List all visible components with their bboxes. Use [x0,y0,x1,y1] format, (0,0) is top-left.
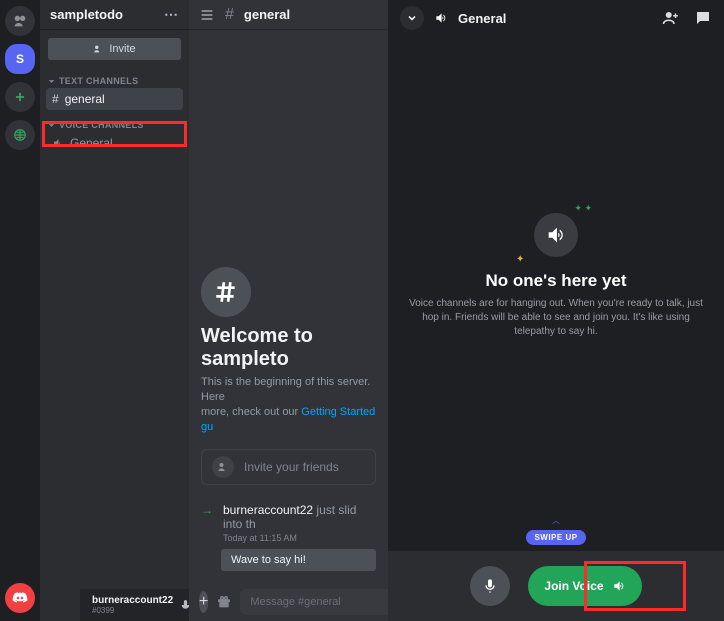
welcome-subtitle: This is the beginning of this server. He… [201,375,376,435]
speaker-graphic: ✦ ✦ ✦ [534,213,578,257]
invite-friends-row[interactable]: Invite your friends [201,449,376,485]
invite-friends-icon [212,456,234,478]
invite-friends-label: Invite your friends [244,460,339,474]
channel-header: # general [189,0,388,30]
mic-icon [482,578,498,594]
sparkle-icon: ✦ ✦ [574,203,592,214]
chat-icon[interactable] [694,9,712,27]
text-category[interactable]: TEXT CHANNELS [40,68,189,88]
join-arrow-icon: → [201,503,213,543]
voice-category-label: VOICE CHANNELS [59,120,144,130]
empty-desc: Voice channels are for hanging out. When… [402,297,710,339]
speaker-icon [52,137,64,149]
invite-icon [93,44,103,54]
welcome-title: Welcome to sampleto [201,325,376,371]
add-people-icon[interactable] [662,9,680,27]
hash-icon: # [52,92,59,106]
voice-empty-state: ✦ ✦ ✦ No one's here yet Voice channels a… [388,36,724,515]
chevron-down-icon [48,122,55,129]
mobile-voice-view: General ✦ ✦ ✦ No one's here yet Voice ch… [388,0,724,621]
dm-home-icon[interactable] [5,6,35,36]
sparkle-icon: ✦ [516,254,524,265]
add-attachment-icon[interactable]: + [199,591,208,613]
message-input[interactable] [240,589,388,615]
active-server-icon[interactable]: S [5,44,35,74]
discord-logo-icon[interactable] [5,583,35,613]
user-name: burneraccount22 [92,596,173,606]
chevron-down-icon [48,78,55,85]
add-server-icon[interactable] [5,82,35,112]
welcome-hash-icon [201,267,251,317]
hamburger-icon[interactable] [199,7,215,23]
server-menu-icon[interactable]: ⋯ [164,6,179,23]
user-tag: #0399 [92,606,173,615]
discover-icon[interactable] [5,120,35,150]
wave-button[interactable]: Wave to say hi! [221,549,376,571]
server-letter: S [16,52,24,66]
channel-sidebar: sampletodo ⋯ Invite TEXT CHANNELS # gene… [40,0,189,621]
chat-body: Welcome to sampleto This is the beginnin… [189,30,388,583]
text-channel-general[interactable]: # general [46,88,183,110]
system-join-message: → burneraccount22 just slid into th Toda… [201,503,376,543]
collapse-chevron-icon[interactable] [400,6,424,30]
speaker-circle-icon [534,213,578,257]
user-info[interactable]: burneraccount22 #0399 [92,596,173,615]
voice-header: General [388,0,724,36]
server-header[interactable]: sampletodo ⋯ [40,0,189,30]
guild-rail: S [0,0,40,621]
join-voice-button[interactable]: Join Voice [528,566,641,606]
speaker-icon [612,579,626,593]
swipe-chevron-icon: ︿ [552,515,560,526]
join-voice-label: Join Voice [544,579,603,593]
chat-main: # general Welcome to sampleto This is th… [189,0,388,621]
desktop-app: S sampletodo ⋯ Invite TEXT CHANNELS # ge… [0,0,388,621]
server-name: sampletodo [50,7,123,22]
speaker-icon [434,11,448,25]
invite-button[interactable]: Invite [48,38,181,60]
swipe-up-badge[interactable]: SWIPE UP [526,530,585,545]
voice-footer: Join Voice [388,551,724,621]
channel-name: general [244,7,290,22]
sys-timestamp: Today at 11:15 AM [223,533,376,543]
voice-channel-general[interactable]: General [46,132,183,154]
voice-title: General [458,11,506,26]
welcome-sub-a: This is the beginning of this server. He… [201,376,370,403]
mic-button[interactable] [470,566,510,606]
text-channel-label: general [65,92,105,106]
hash-icon: # [225,6,234,24]
message-composer: + [189,583,388,621]
invite-label: Invite [109,43,135,55]
voice-category[interactable]: VOICE CHANNELS [40,112,189,132]
welcome-sub-b: more, check out our [201,406,301,418]
text-category-label: TEXT CHANNELS [59,76,138,86]
voice-channel-label: General [70,136,113,150]
wave-label: Wave to say hi! [231,554,306,566]
empty-title: No one's here yet [485,271,626,291]
gift-icon[interactable] [216,594,232,610]
sys-user[interactable]: burneraccount22 [223,503,313,517]
